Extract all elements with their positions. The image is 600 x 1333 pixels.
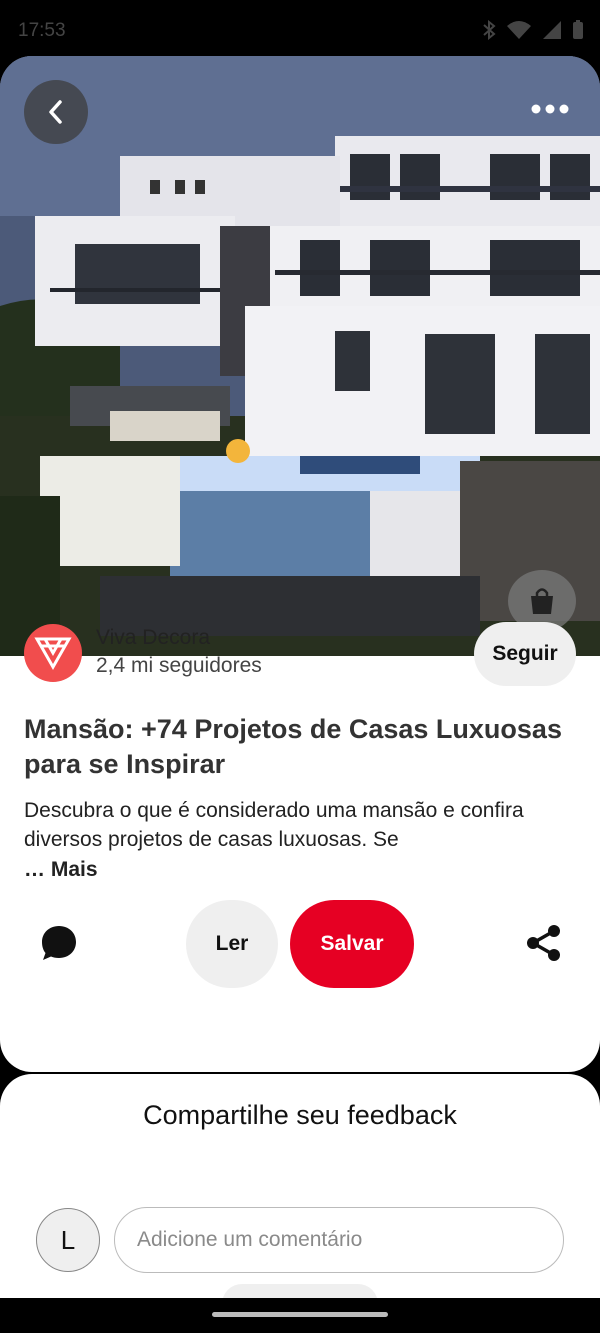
author-followers: 2,4 mi seguidores xyxy=(96,654,262,677)
pin-actions: Ler Salvar xyxy=(0,900,600,988)
bluetooth-icon xyxy=(483,20,496,40)
battery-icon xyxy=(573,20,583,39)
wifi-icon xyxy=(507,21,531,39)
pin-description: Descubra o que é considerado uma mansão … xyxy=(24,799,524,851)
mansion-illustration xyxy=(0,56,600,656)
more-options-icon xyxy=(531,104,569,114)
feedback-sheet: Compartilhe seu feedback L xyxy=(0,1074,600,1304)
signal-icon xyxy=(543,21,561,39)
author-info: Viva Decora 2,4 mi seguidores Seguir xyxy=(24,622,576,688)
feedback-title: Compartilhe seu feedback xyxy=(143,1100,457,1130)
more-options-button[interactable] xyxy=(522,86,578,132)
navigation-bar xyxy=(0,1298,600,1333)
author-name[interactable]: Viva Decora xyxy=(96,626,210,650)
save-button[interactable]: Salvar xyxy=(290,900,414,988)
follow-button[interactable]: Seguir xyxy=(474,622,576,686)
back-arrow-icon xyxy=(49,100,62,124)
pin-image[interactable] xyxy=(0,56,600,656)
status-bar: 17:53 xyxy=(0,0,600,56)
more-link[interactable]: … Mais xyxy=(24,858,98,882)
comment-button[interactable] xyxy=(38,922,80,969)
comment-input[interactable] xyxy=(114,1207,564,1273)
user-avatar[interactable]: L xyxy=(36,1208,100,1272)
back-button[interactable] xyxy=(24,80,88,144)
pin-title: Mansão: +74 Projetos de Casas Luxuosas p… xyxy=(24,714,562,779)
home-handle[interactable] xyxy=(212,1312,388,1317)
visual-search-icon xyxy=(531,588,553,614)
share-icon xyxy=(527,925,560,961)
status-icons xyxy=(482,20,584,40)
comment-icon xyxy=(42,926,76,960)
share-button[interactable] xyxy=(526,924,562,967)
status-time: 17:53 xyxy=(18,20,66,41)
viva-decora-logo-icon xyxy=(34,637,72,671)
read-button[interactable]: Ler xyxy=(186,900,278,988)
author-avatar[interactable] xyxy=(24,624,82,682)
